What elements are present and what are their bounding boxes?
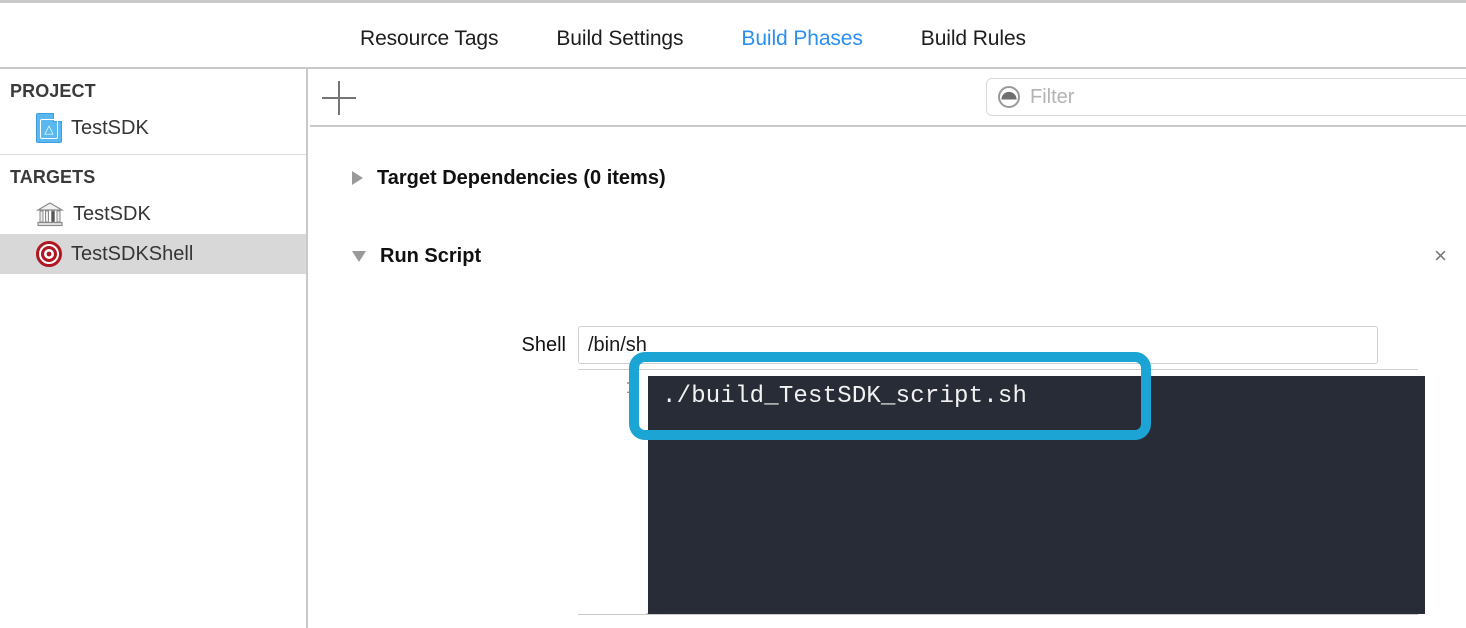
sidebar-group-project: PROJECT <box>0 69 306 108</box>
add-build-phase-button[interactable] <box>322 81 356 115</box>
shell-label: Shell <box>310 334 578 357</box>
sidebar-item-label: TestSDKShell <box>71 243 193 266</box>
triangle-right-icon[interactable] <box>352 171 363 185</box>
editor-tab-bar: Resource Tags Build Settings Build Phase… <box>0 3 1466 69</box>
close-icon[interactable]: × <box>1434 245 1447 267</box>
triangle-down-icon[interactable] <box>352 251 366 262</box>
tab-build-rules[interactable]: Build Rules <box>921 27 1026 51</box>
filter-field[interactable]: Filter <box>986 78 1466 116</box>
shell-input[interactable]: /bin/sh <box>578 326 1378 364</box>
sidebar-item-project-testsdk[interactable]: △ TestSDK <box>0 108 306 148</box>
sidebar-item-label: TestSDK <box>73 203 151 226</box>
line-number: 1 <box>626 377 637 399</box>
framework-target-icon <box>36 200 64 228</box>
script-editor: 1 ./build_TestSDK_script.sh <box>578 369 1418 615</box>
tab-resource-tags[interactable]: Resource Tags <box>360 27 498 51</box>
sidebar-item-target-testsdk[interactable]: TestSDK <box>0 194 306 234</box>
project-targets-sidebar: PROJECT △ TestSDK TARGETS TestSDK <box>0 69 308 628</box>
build-phases-toolbar: Filter <box>310 69 1466 127</box>
shell-row: Shell /bin/sh <box>310 324 1466 366</box>
xcode-build-phases-window: Resource Tags Build Settings Build Phase… <box>0 0 1466 628</box>
sidebar-item-target-testsdkshell[interactable]: TestSDKShell <box>0 234 306 274</box>
filter-icon <box>997 85 1021 109</box>
line-number-gutter: 1 <box>578 370 646 614</box>
build-phases-pane: Filter Target Dependencies (0 items) Run… <box>310 69 1466 628</box>
phase-title: Target Dependencies (0 items) <box>377 167 666 190</box>
tab-build-settings[interactable]: Build Settings <box>556 27 683 51</box>
sidebar-item-label: TestSDK <box>71 117 149 140</box>
sidebar-group-targets: TARGETS <box>0 155 306 194</box>
phase-header-target-dependencies[interactable]: Target Dependencies (0 items) <box>310 157 1466 199</box>
tab-build-phases[interactable]: Build Phases <box>741 27 862 51</box>
script-code-area[interactable]: ./build_TestSDK_script.sh <box>648 376 1425 614</box>
filter-placeholder: Filter <box>1030 86 1074 109</box>
phase-header-run-script[interactable]: Run Script × <box>310 235 1466 277</box>
xcode-project-icon: △ <box>36 113 62 143</box>
script-line: ./build_TestSDK_script.sh <box>662 380 1425 414</box>
phase-title: Run Script <box>380 245 481 268</box>
bullseye-target-icon <box>36 241 62 267</box>
